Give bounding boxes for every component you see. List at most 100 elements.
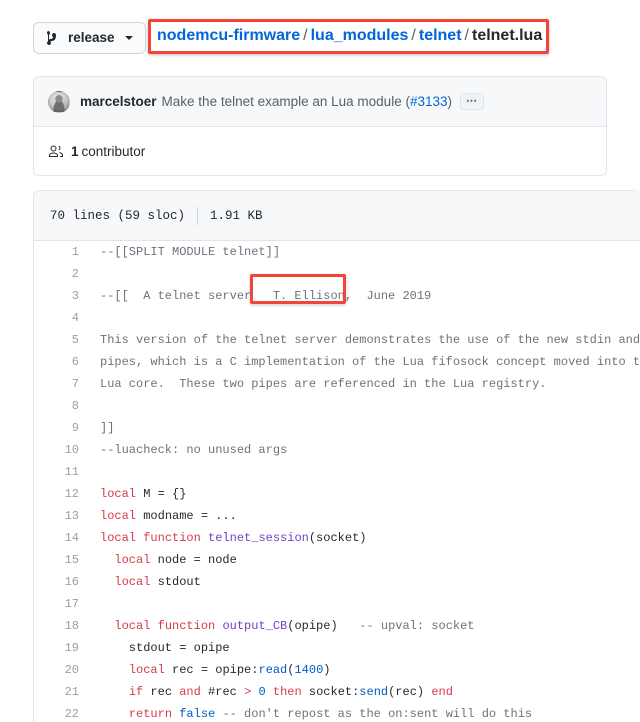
file-panel: 70 lines (59 sloc) 1.91 KB 1 --[[SPLIT MO… [33, 190, 640, 722]
line-content[interactable]: --luacheck: no unused args [90, 439, 640, 461]
contributors-row[interactable]: 1 contributor [34, 127, 606, 175]
expand-commit-message-button[interactable]: ⋯ [460, 93, 484, 110]
line-number[interactable]: 2 [34, 263, 90, 285]
code-token: 1400 [294, 663, 324, 677]
github-file-view: release nodemcu-firmware / lua_modules / tel… [0, 0, 640, 722]
line-content[interactable] [90, 307, 640, 329]
line-content[interactable]: return false -- don't repost as the on:s… [90, 703, 640, 722]
code-token: stdout = opipe [100, 641, 230, 655]
code-token: M = {} [136, 487, 187, 501]
code-token: --[[SPLIT MODULE telnet]] [100, 245, 281, 259]
code-token: ) [323, 663, 331, 677]
code-token: Lua core. These two pipes are referenced… [100, 377, 547, 391]
code-line: 11 [34, 461, 640, 483]
commit-panel: marcelstoer Make the telnet example an L… [33, 76, 607, 176]
code-line: 20 local rec = opipe:read(1400) [34, 659, 640, 681]
commit-message[interactable]: Make the telnet example an Lua module (#… [162, 94, 452, 109]
people-icon [48, 143, 64, 159]
line-content[interactable]: --[[ A telnet server T. Ellison, June 20… [90, 285, 640, 307]
line-number[interactable]: 1 [34, 241, 90, 263]
line-content[interactable]: Lua core. These two pipes are referenced… [90, 373, 640, 395]
line-number[interactable]: 13 [34, 505, 90, 527]
chevron-down-icon [124, 36, 133, 40]
line-number[interactable]: 5 [34, 329, 90, 351]
code-token: 0 [258, 685, 266, 699]
line-content[interactable]: --[[SPLIT MODULE telnet]] [90, 241, 640, 263]
line-number[interactable]: 3 [34, 285, 90, 307]
line-number[interactable]: 12 [34, 483, 90, 505]
line-number[interactable]: 19 [34, 637, 90, 659]
line-number[interactable]: 17 [34, 593, 90, 615]
code-line: 9]] [34, 417, 640, 439]
repo-toolbar: release [33, 22, 146, 54]
code-line: 14 local function telnet_session(socket) [34, 527, 640, 549]
line-number[interactable]: 6 [34, 351, 90, 373]
line-number[interactable]: 14 [34, 527, 90, 549]
line-number[interactable]: 9 [34, 417, 90, 439]
line-number[interactable]: 22 [34, 703, 90, 722]
line-content[interactable]: local function output_CB(opipe) -- upval… [90, 615, 640, 637]
commit-pr-link[interactable]: #3133 [410, 94, 448, 109]
branch-icon [46, 30, 60, 46]
code-line: 18 local function output_CB(opipe) -- up… [34, 615, 640, 637]
line-content[interactable]: local M = {} [90, 483, 640, 505]
code-line: 1 --[[SPLIT MODULE telnet]] [34, 241, 640, 263]
code-token: --luacheck: no unused args [100, 443, 288, 457]
line-content[interactable] [90, 263, 640, 285]
line-content[interactable]: local rec = opipe:read(1400) [90, 659, 640, 681]
line-content[interactable] [90, 593, 640, 615]
avatar[interactable] [48, 90, 70, 113]
line-number[interactable]: 16 [34, 571, 90, 593]
line-content[interactable]: stdout = opipe [90, 637, 640, 659]
code-token: output_CB [222, 619, 288, 633]
code-token: --[[ A telnet server T. Ellison, June 20… [100, 289, 432, 303]
code-token: end [431, 685, 453, 699]
code-line: 5 This version of the telnet server demon… [34, 329, 640, 351]
breadcrumb-segment-telnet[interactable]: telnet [419, 27, 462, 44]
line-number[interactable]: 7 [34, 373, 90, 395]
line-number[interactable]: 11 [34, 461, 90, 483]
line-content[interactable]: ]] [90, 417, 640, 439]
line-number[interactable]: 8 [34, 395, 90, 417]
code-line: 16 local stdout [34, 571, 640, 593]
code-line: 2 [34, 263, 640, 285]
code-token: socket: [301, 685, 360, 699]
line-number[interactable]: 4 [34, 307, 90, 329]
breadcrumb-segment-lua_modules[interactable]: lua_modules [311, 27, 409, 44]
code-token: send [359, 685, 389, 699]
code-token: rec [143, 685, 180, 699]
code-token: stdout [150, 575, 201, 589]
line-content[interactable]: local modname = ... [90, 505, 640, 527]
contributor-count: 1 [71, 143, 79, 159]
line-number[interactable]: 15 [34, 549, 90, 571]
line-number[interactable]: 18 [34, 615, 90, 637]
line-number[interactable]: 10 [34, 439, 90, 461]
code-line: 7 Lua core. These two pipes are reference… [34, 373, 640, 395]
code-line: 17 [34, 593, 640, 615]
code-line: 13 local modname = ... [34, 505, 640, 527]
branch-selector-button[interactable]: release [33, 22, 146, 54]
line-content[interactable]: local function telnet_session(socket) [90, 527, 640, 549]
commit-author[interactable]: marcelstoer [80, 94, 157, 109]
code-scroll-region[interactable]: 1 --[[SPLIT MODULE telnet]] 2 3 --[[ A teln… [34, 241, 640, 722]
branch-selector-label: release [68, 30, 115, 46]
line-content[interactable] [90, 395, 640, 417]
code-line: 15 local node = node [34, 549, 640, 571]
file-meta-header: 70 lines (59 sloc) 1.91 KB [34, 191, 640, 241]
code-token: and [179, 685, 201, 699]
line-content[interactable]: pipes, which is a C implementation of th… [90, 351, 640, 373]
breadcrumb-segment-repo[interactable]: nodemcu-firmware [157, 27, 300, 44]
line-number[interactable]: 21 [34, 681, 90, 703]
line-content[interactable]: local stdout [90, 571, 640, 593]
code-token: (rec) [388, 685, 432, 699]
code-token: rec = opipe: [164, 663, 259, 677]
line-content[interactable]: if rec and #rec > 0 then socket:send(rec… [90, 681, 640, 703]
code-token: function [157, 619, 216, 633]
code-token: node = node [150, 553, 237, 567]
line-content[interactable]: This version of the telnet server demons… [90, 329, 640, 351]
line-content[interactable] [90, 461, 640, 483]
line-content[interactable]: local node = node [90, 549, 640, 571]
line-number[interactable]: 20 [34, 659, 90, 681]
code-token: local [114, 619, 151, 633]
